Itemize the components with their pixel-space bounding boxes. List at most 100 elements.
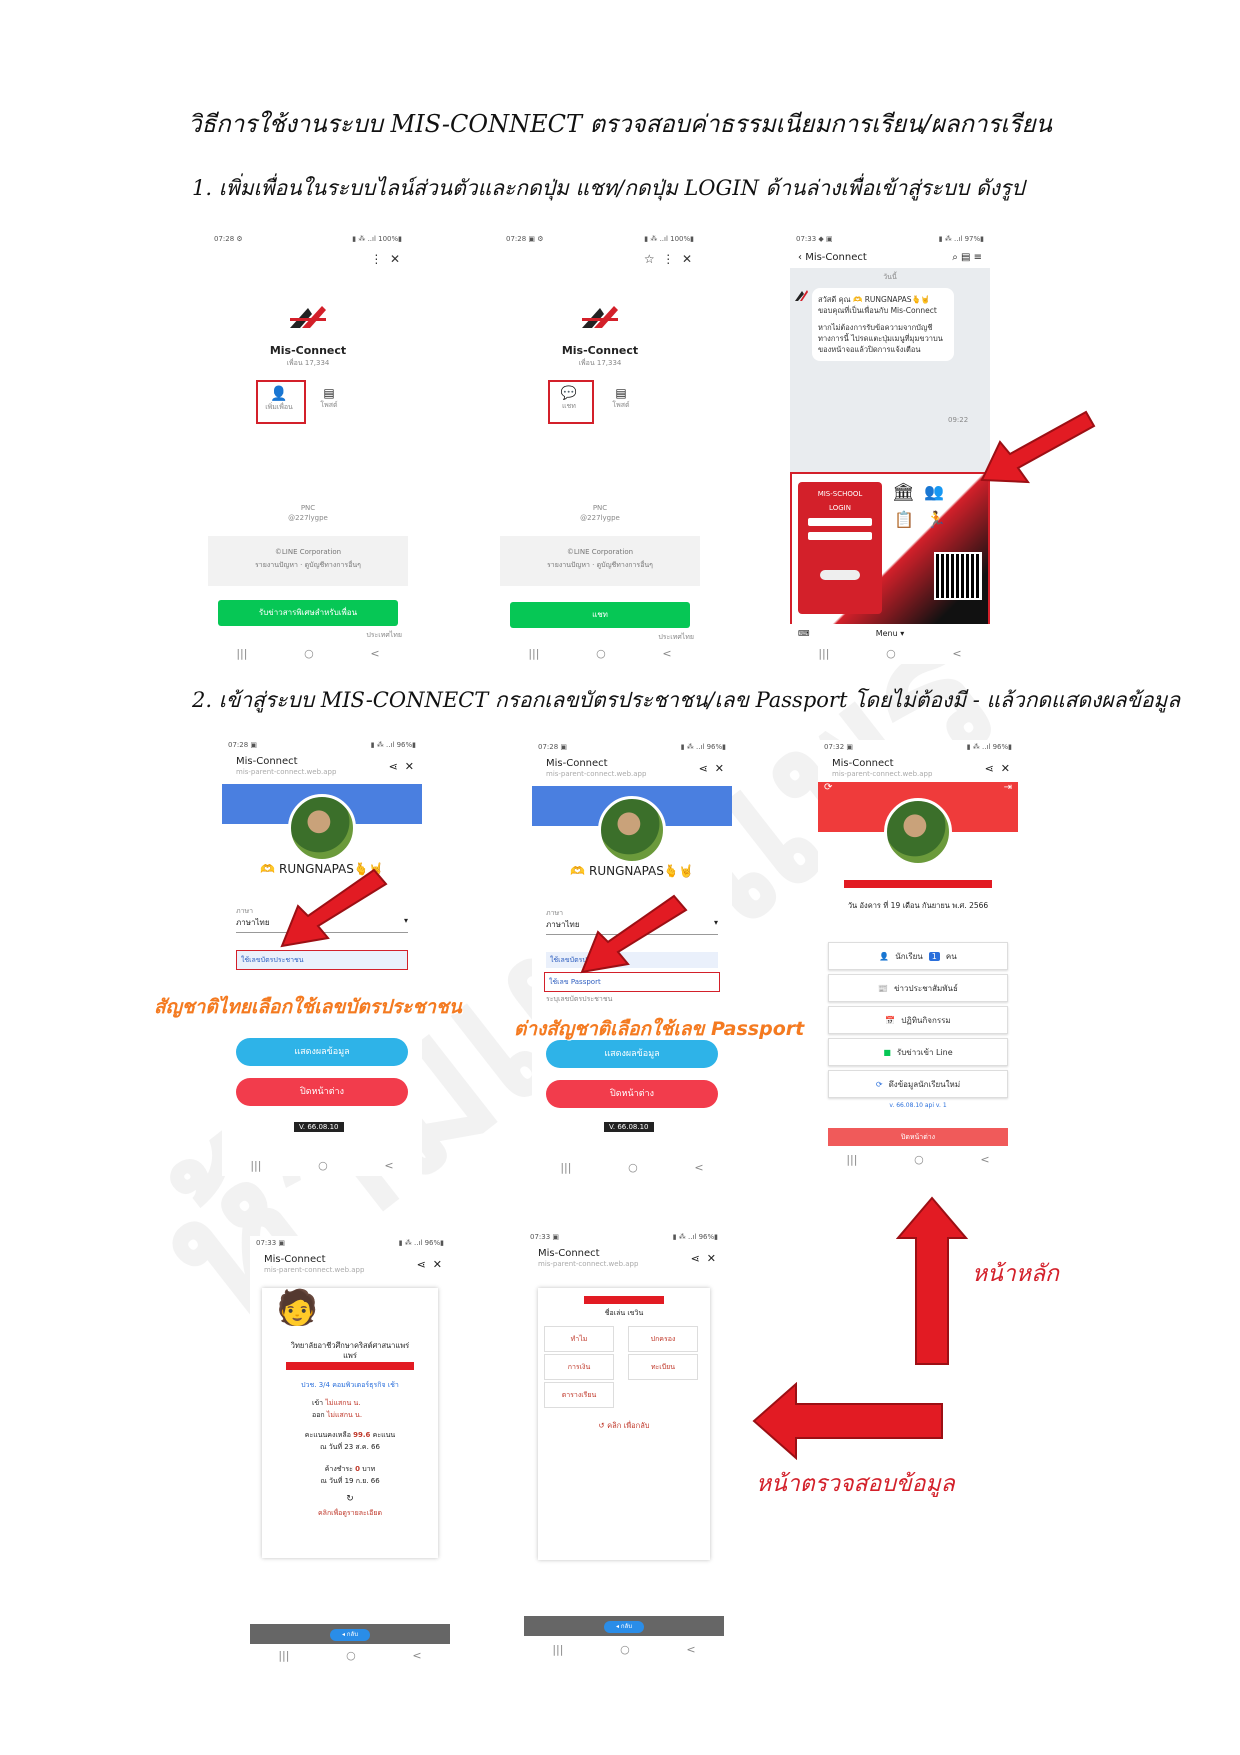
show-data-button[interactable]: แสดงผลข้อมูล <box>546 1040 718 1068</box>
recent-icon[interactable]: ||| <box>236 647 247 660</box>
option-id-card[interactable]: ใช้เลขบัตรประชาชน <box>236 950 408 970</box>
post-button[interactable]: ▤ โพสต์ <box>604 386 638 411</box>
tile-discipline[interactable]: ปกครอง <box>628 1326 698 1352</box>
step-1-text: 1. เพิ่มเพื่อนในระบบไลน์ส่วนตัวและกดปุ่ม… <box>192 176 1025 200</box>
out-text: ออก <box>312 1411 325 1419</box>
chat-icon: 💬 <box>560 386 578 401</box>
caption-foreign-national: ต่างสัญชาติเลือกใช้เลข Passport <box>514 1018 805 1040</box>
calendar-icon: 📅 <box>885 1015 896 1025</box>
chat-title: Mis-Connect <box>805 251 867 263</box>
back-icon[interactable]: < <box>384 1159 393 1172</box>
rich-menu-toggle[interactable]: ⌨ Menu ▾ <box>790 624 990 642</box>
back-icon[interactable]: < <box>694 1161 703 1174</box>
back-link[interactable]: ↺ คลิก เพื่อกลับ <box>538 1420 710 1432</box>
status-bar: 07:28 ▣ ⚙ ▮ ⁂ ..ıl 100%▮ <box>506 235 694 243</box>
home-icon[interactable]: ○ <box>304 647 314 660</box>
back-icon[interactable]: < <box>952 647 961 660</box>
back-icon[interactable]: < <box>686 1643 695 1656</box>
school-name: MIS-SCHOOL <box>817 490 863 498</box>
back-icon[interactable]: < <box>980 1153 989 1166</box>
get-news-button[interactable]: รับข่าวสารพิเศษสำหรับเพื่อน <box>218 600 398 626</box>
line-news-label: รับข่าวเข้า Line <box>896 1047 953 1057</box>
post-label: โพสต์ <box>612 401 630 409</box>
back-button[interactable]: ◂ กลับ <box>604 1621 644 1633</box>
status-bar: 07:33 ◆ ▣ ▮ ⁂ ..ıl 97%▮ <box>790 232 990 246</box>
home-icon[interactable]: ○ <box>914 1153 924 1166</box>
app-url: mis-parent-connect.web.app <box>832 770 933 778</box>
close-icon[interactable]: ⋮ ✕ <box>370 252 400 266</box>
share-icon[interactable]: ⋖ ✕ <box>691 1252 716 1265</box>
back-arrow-icon[interactable]: ‹ <box>798 252 802 263</box>
line-id: @227lygpe <box>288 514 328 522</box>
document-icon[interactable]: 📋 <box>894 510 914 529</box>
home-icon[interactable]: ○ <box>318 1159 328 1172</box>
mis-logo <box>580 304 620 332</box>
close-window-button[interactable]: ปิดหน้าต่าง <box>828 1128 1008 1146</box>
close-window-button[interactable]: ปิดหน้าต่าง <box>236 1078 408 1106</box>
app-title: Mis-Connect <box>236 756 298 767</box>
search-icon[interactable]: ⌕ ▤ ≡ <box>952 252 982 263</box>
tile-finance[interactable]: การเงิน <box>544 1354 614 1380</box>
calendar-menu[interactable]: 📅 ปฏิทินกิจกรรม <box>828 1006 1008 1034</box>
add-friend-button[interactable]: 👤 เพิ่มเพื่อน <box>262 386 296 413</box>
avatar <box>288 794 356 862</box>
password-field[interactable] <box>808 532 872 540</box>
post-button[interactable]: ▤ โพสต์ <box>312 386 346 411</box>
share-icon[interactable]: ⋖ ✕ <box>985 762 1010 775</box>
home-icon[interactable]: ○ <box>596 647 606 660</box>
back-button[interactable]: ◂ กลับ <box>330 1629 370 1641</box>
detail-link[interactable]: คลิกเพื่อดูรายละเอียด <box>262 1508 438 1519</box>
profile-icon[interactable]: 👥 <box>924 482 944 501</box>
login-card[interactable]: MIS-SCHOOL LOGIN <box>798 482 882 614</box>
tile-timetable[interactable]: ตารางเรียน <box>544 1382 614 1408</box>
terms-link[interactable]: รายงานปัญหา · ดูบัญชีทางการอื่นๆ <box>500 560 700 571</box>
back-icon[interactable]: < <box>662 647 671 660</box>
chat-green-button[interactable]: แชท <box>510 602 690 628</box>
tile-why[interactable]: ทำไม <box>544 1326 614 1352</box>
menu-card: ชื่อเล่น เขวิน ทำไม ปกครอง การเงิน ทะเบี… <box>538 1288 710 1560</box>
logout-icon[interactable]: ⇥ <box>1004 782 1012 793</box>
share-icon[interactable]: ⋖ ✕ <box>417 1258 442 1271</box>
chat-button[interactable]: 💬 แชท <box>552 386 586 412</box>
back-icon[interactable]: < <box>370 647 379 660</box>
line-news-menu[interactable]: ■ รับข่าวเข้า Line <box>828 1038 1008 1066</box>
option-other[interactable]: ระบุเลขบัตรประชาชน <box>546 994 612 1005</box>
profile-name: Mis-Connect <box>561 344 639 357</box>
recent-icon[interactable]: ||| <box>250 1159 261 1172</box>
share-icon[interactable]: ⋖ ✕ <box>389 760 414 773</box>
refresh-icon[interactable]: ↻ <box>262 1494 438 1504</box>
screenshot-student-detail: 07:33 ▣ ▮ ⁂ ..ıl 96%▮ Mis-Connect mis-par… <box>250 1236 450 1666</box>
run-icon[interactable]: 🏃 <box>926 510 946 529</box>
keyboard-icon[interactable]: ⌨ <box>798 629 810 638</box>
home-icon[interactable]: ○ <box>620 1643 630 1656</box>
login-button[interactable] <box>820 570 860 580</box>
recent-icon[interactable]: ||| <box>560 1161 571 1174</box>
terms-link[interactable]: รายงานปัญหา · ดูบัญชีทางการอื่นๆ <box>208 560 408 571</box>
students-menu[interactable]: 👤 นักเรียน 1 คน <box>828 942 1008 970</box>
tile-registry[interactable]: ทะเบียน <box>628 1354 698 1380</box>
refresh-icon[interactable]: ⟳ <box>824 782 832 793</box>
recent-icon[interactable]: ||| <box>552 1643 563 1656</box>
score-label: คะแนนคงเหลือ <box>304 1431 351 1439</box>
rich-menu[interactable]: MIS-SCHOOL LOGIN 🏛 👥 📋 🏃 <box>792 474 988 624</box>
home-icon[interactable]: ○ <box>346 1649 356 1662</box>
recent-icon[interactable]: ||| <box>818 647 829 660</box>
arrow-pointer-1 <box>980 410 1096 484</box>
recent-icon[interactable]: ||| <box>846 1153 857 1166</box>
show-data-button[interactable]: แสดงผลข้อมูล <box>236 1038 408 1066</box>
close-window-button[interactable]: ปิดหน้าต่าง <box>546 1080 718 1108</box>
add-friend-label: เพิ่มเพื่อน <box>265 403 293 411</box>
recent-icon[interactable]: ||| <box>278 1649 289 1662</box>
status-bar: 07:32 ▣ ▮ ⁂ ..ıl 96%▮ <box>824 743 1012 751</box>
home-icon[interactable]: ○ <box>886 647 896 660</box>
score-unit: คะแนน <box>372 1431 396 1439</box>
username-field[interactable] <box>808 518 872 526</box>
recent-icon[interactable]: ||| <box>528 647 539 660</box>
home-icon[interactable]: ○ <box>628 1161 638 1174</box>
star-icon[interactable]: ☆ ⋮ ✕ <box>644 252 692 266</box>
news-menu[interactable]: 📰 ข่าวประชาสัมพันธ์ <box>828 974 1008 1002</box>
building-icon[interactable]: 🏛 <box>892 482 915 503</box>
back-icon[interactable]: < <box>412 1649 421 1662</box>
share-icon[interactable]: ⋖ ✕ <box>699 762 724 775</box>
reload-menu[interactable]: ⟳ ดึงข้อมูลนักเรียนใหม่ <box>828 1070 1008 1098</box>
